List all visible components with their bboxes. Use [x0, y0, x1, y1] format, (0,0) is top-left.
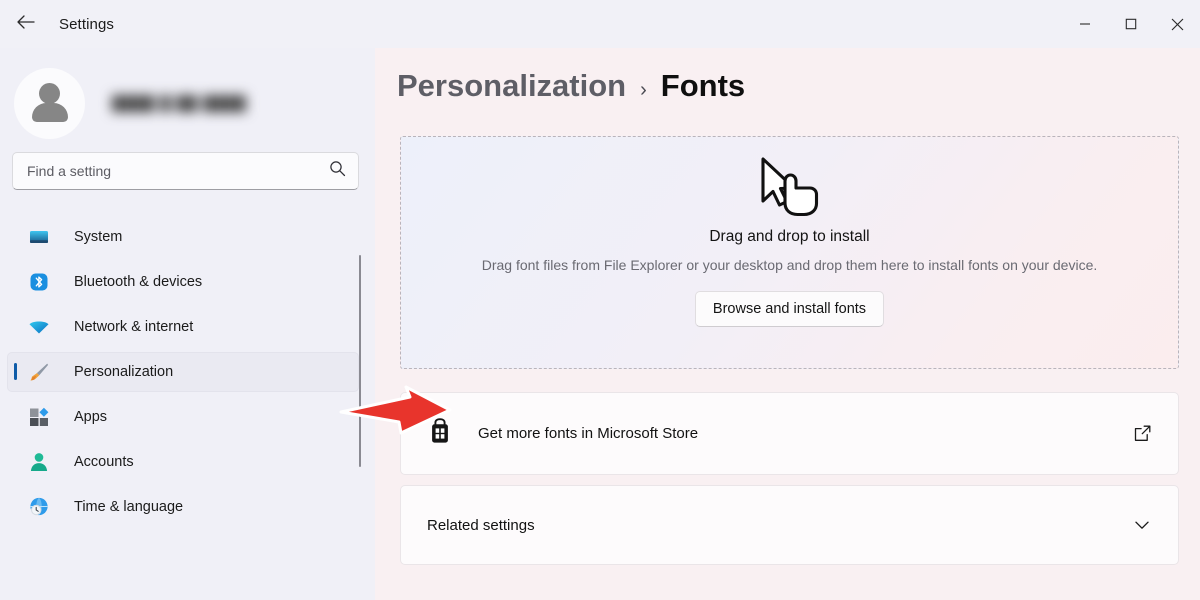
breadcrumb-parent[interactable]: Personalization [397, 68, 626, 104]
sidebar-item-label: Apps [74, 409, 108, 425]
get-more-fonts-card[interactable]: Get more fonts in Microsoft Store [400, 392, 1179, 475]
bluetooth-icon [28, 271, 50, 293]
sidebar-item-label: Personalization [74, 364, 174, 380]
sidebar-item-label: Network & internet [74, 319, 194, 335]
title-bar: Settings [0, 0, 1200, 48]
clock-globe-icon [28, 496, 50, 518]
sidebar-item-apps[interactable]: Apps [7, 397, 359, 437]
dropzone-description: Drag font files from File Explorer or yo… [481, 257, 1098, 273]
apps-icon [28, 406, 50, 428]
sidebar-item-accounts[interactable]: Accounts [7, 442, 359, 482]
card-label: Related settings [427, 516, 535, 534]
app-title: Settings [59, 15, 114, 33]
minimize-button[interactable] [1062, 0, 1108, 48]
browse-and-install-fonts-button[interactable]: Browse and install fonts [694, 291, 885, 327]
sidebar-scrollbar[interactable] [359, 255, 361, 467]
back-button[interactable] [8, 7, 42, 41]
sidebar-item-time-language[interactable]: Time & language [7, 487, 359, 527]
system-monitor-icon [28, 226, 50, 248]
close-icon [1171, 18, 1183, 30]
sidebar-item-label: Bluetooth & devices [74, 274, 203, 290]
sidebar-nav: System Bluetooth & devices Network & int… [0, 212, 375, 600]
avatar [14, 67, 85, 139]
search-icon[interactable] [329, 160, 346, 182]
main-content: Personalization › Fonts Drag and drop to… [375, 48, 1200, 600]
drag-drop-cursor-icon [754, 155, 826, 224]
user-avatar-icon [39, 83, 60, 104]
page-title: Fonts [660, 68, 746, 103]
sidebar-item-system[interactable]: System [7, 217, 359, 257]
paintbrush-icon [28, 361, 50, 383]
account-name: ████ █ ██ ████ [112, 95, 247, 111]
minimize-icon [1080, 23, 1090, 25]
maximize-icon [1125, 18, 1137, 30]
sidebar-item-label: Time & language [74, 499, 184, 515]
sidebar: ████ █ ██ ████ System [0, 48, 375, 600]
wifi-icon [28, 316, 50, 338]
sidebar-item-network-internet[interactable]: Network & internet [7, 307, 359, 347]
maximize-button[interactable] [1108, 0, 1154, 48]
sidebar-item-bluetooth-devices[interactable]: Bluetooth & devices [7, 262, 359, 302]
search-box[interactable] [12, 152, 359, 190]
close-button[interactable] [1154, 0, 1200, 48]
window-controls [1062, 0, 1200, 48]
font-dropzone[interactable]: Drag and drop to install Drag font files… [400, 136, 1179, 369]
sidebar-item-label: Accounts [74, 454, 134, 470]
account-tile[interactable]: ████ █ ██ ████ [0, 48, 375, 140]
sidebar-item-personalization[interactable]: Personalization [7, 352, 359, 392]
breadcrumb-separator-icon: › [640, 79, 647, 101]
accounts-person-icon [28, 451, 50, 473]
microsoft-store-icon [427, 418, 453, 449]
dropzone-title: Drag and drop to install [709, 228, 870, 245]
related-settings-expander[interactable]: Related settings [400, 485, 1179, 565]
breadcrumb: Personalization › Fonts [375, 48, 1200, 104]
sidebar-item-label: System [74, 229, 123, 245]
external-link-icon[interactable] [1133, 424, 1152, 443]
card-label: Get more fonts in Microsoft Store [478, 425, 699, 442]
search-input[interactable] [27, 163, 329, 179]
back-arrow-icon [16, 14, 35, 35]
chevron-down-icon[interactable] [1132, 515, 1152, 535]
